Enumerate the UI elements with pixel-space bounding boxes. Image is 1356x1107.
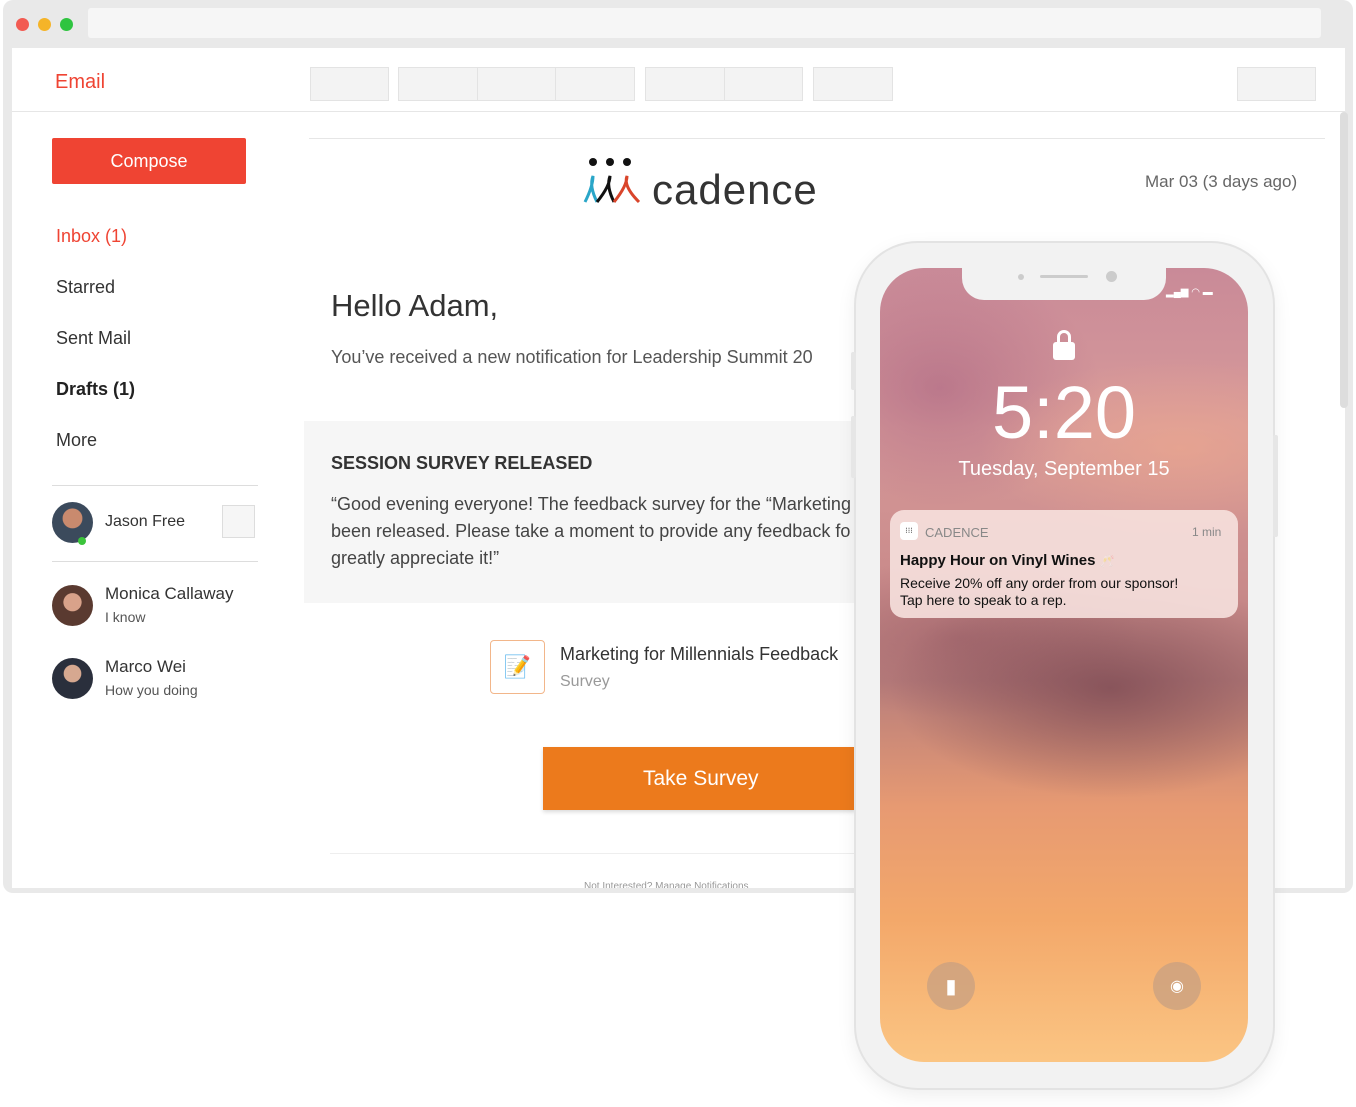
notification-app-name: CADENCE: [925, 525, 989, 540]
speaker-icon: [1040, 275, 1088, 278]
sidebar-item-starred[interactable]: Starred: [56, 277, 115, 298]
status-bar-icons: ▂▄▆ ◠ ▬: [1166, 287, 1213, 298]
cadence-logo-icon: [583, 158, 641, 204]
app-title: Email: [55, 71, 106, 93]
address-bar[interactable]: [88, 8, 1321, 38]
brand-name: cadence: [652, 166, 818, 213]
notification-body: Receive 20% off any order from our spons…: [900, 575, 1179, 591]
toolbar-button[interactable]: [310, 67, 389, 101]
toolbar-button[interactable]: [398, 67, 478, 101]
text-line: “Good evening everyone! The feedback sur…: [331, 494, 851, 514]
camera-icon: ◉: [1170, 978, 1184, 995]
sidebar-item-drafts[interactable]: Drafts (1): [56, 379, 135, 400]
toolbar-button[interactable]: [724, 67, 803, 101]
online-status-icon: [78, 537, 86, 545]
phone-side-button: [1273, 435, 1278, 537]
cadence-app-icon: ⁝⁝⁝: [900, 522, 918, 540]
divider: [12, 111, 1345, 112]
camera-button[interactable]: ◉: [1153, 962, 1201, 1010]
notification-body: Tap here to speak to a rep.: [900, 592, 1067, 608]
scrollbar[interactable]: [1340, 112, 1348, 408]
compose-button[interactable]: Compose: [52, 138, 246, 184]
camera-lens-icon: [1106, 271, 1117, 282]
divider: [330, 853, 856, 854]
avatar: [52, 585, 93, 626]
notification-age: 1 min: [1192, 525, 1222, 539]
avatar: [52, 658, 93, 699]
contact-action-button[interactable]: [222, 505, 255, 538]
sidebar-item-more[interactable]: More: [56, 430, 97, 451]
survey-title: Marketing for Millennials Feedback: [560, 644, 839, 664]
intro-text: You’ve received a new notification for L…: [331, 347, 813, 367]
notification-title-text: Happy Hour on Vinyl Wines: [900, 552, 1096, 569]
toolbar-button[interactable]: [813, 67, 893, 101]
lock-icon: [1053, 330, 1075, 360]
champagne-icon: 🥂: [1099, 554, 1115, 568]
divider: [52, 485, 258, 486]
phone-notch: [962, 266, 1166, 300]
phone-side-button: [851, 416, 856, 478]
lock-time: 5:20: [991, 371, 1137, 454]
minimize-window-button[interactable]: [38, 18, 51, 31]
greeting: Hello Adam,: [331, 288, 499, 323]
text-line: greatly appreciate it!”: [331, 548, 500, 568]
maximize-window-button[interactable]: [60, 18, 73, 31]
toolbar-button[interactable]: [1237, 67, 1316, 101]
toolbar-button[interactable]: [555, 67, 635, 101]
close-window-button[interactable]: [16, 18, 29, 31]
phone-side-button: [851, 352, 856, 390]
email-date: Mar 03 (3 days ago): [1145, 172, 1298, 191]
lock-date: Tuesday, September 15: [958, 458, 1170, 480]
sensor-icon: [1018, 274, 1024, 280]
contact-name[interactable]: Marco Wei: [105, 657, 186, 677]
contact-name[interactable]: Monica Callaway: [105, 584, 234, 604]
announcement-body: “Good evening everyone! The feedback sur…: [331, 491, 856, 572]
contact-preview: I know: [105, 609, 146, 625]
divider: [309, 138, 1325, 139]
survey-clipboard-icon: 📝: [490, 640, 545, 694]
contact-preview: How you doing: [105, 682, 198, 698]
flashlight-button[interactable]: ▮: [927, 962, 975, 1010]
sidebar-item-inbox[interactable]: Inbox (1): [56, 226, 127, 247]
footer-manage-notifications-link[interactable]: Not Interested? Manage Notifications: [584, 881, 854, 888]
sidebar-item-sent[interactable]: Sent Mail: [56, 328, 131, 349]
contact-name[interactable]: Jason Free: [105, 513, 185, 531]
toolbar-button[interactable]: [477, 67, 556, 101]
announcement-title: SESSION SURVEY RELEASED: [331, 453, 593, 473]
take-survey-button[interactable]: Take Survey: [543, 747, 856, 810]
survey-type: Survey: [560, 673, 610, 690]
text-line: been released. Please take a moment to p…: [331, 521, 851, 541]
toolbar-button[interactable]: [645, 67, 725, 101]
notification-title: Happy Hour on Vinyl Wines 🥂: [900, 552, 1115, 569]
avatar: [52, 502, 93, 543]
divider: [52, 561, 258, 562]
flashlight-icon: ▮: [945, 975, 957, 998]
